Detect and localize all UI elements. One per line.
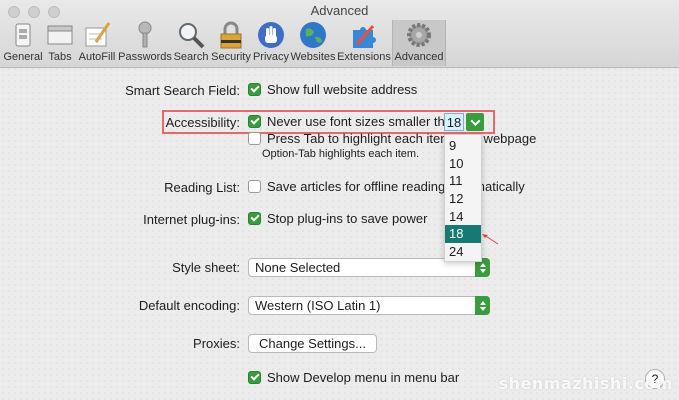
font-size-menu: 9 10 11 12 14 18 24: [444, 134, 482, 262]
tab-security[interactable]: Security: [210, 20, 252, 66]
plugins-checkbox[interactable]: [248, 212, 261, 225]
smart-search-checkbox[interactable]: [248, 83, 261, 96]
font-size-value: 18: [444, 113, 464, 131]
develop-checkbox[interactable]: [248, 371, 261, 384]
tab-advanced[interactable]: Advanced: [392, 20, 446, 66]
search-icon: [179, 23, 205, 49]
tab-privacy[interactable]: Privacy: [252, 20, 290, 66]
proxies-label: Proxies:: [193, 336, 240, 351]
chevron-down-icon[interactable]: [466, 113, 484, 131]
tab-websites[interactable]: Websites: [290, 20, 336, 66]
toolbar: Advanced General Tabs AutoFill Passwords…: [0, 0, 679, 68]
proxies-row: Change Settings...: [248, 334, 377, 353]
font-size-option-selected[interactable]: 18: [445, 224, 481, 243]
change-settings-button[interactable]: Change Settings...: [248, 334, 377, 353]
min-font-checkbox[interactable]: [248, 115, 261, 128]
style-sheet-label: Style sheet:: [172, 260, 240, 275]
stepper-icon: [475, 296, 490, 315]
min-font-option: Never use font sizes smaller than: [267, 114, 460, 129]
encoding-popup[interactable]: Western (ISO Latin 1): [248, 296, 490, 315]
develop-row: Show Develop menu in menu bar: [248, 370, 459, 385]
font-size-option[interactable]: 11: [445, 172, 481, 190]
tab-extensions[interactable]: Extensions: [336, 20, 392, 66]
press-tab-row: Press Tab to highlight each item on a we…: [248, 131, 536, 146]
accessibility-label: Accessibility:: [165, 115, 240, 130]
option-tab-note: Option-Tab highlights each item.: [262, 148, 420, 160]
puzzle-icon: [353, 25, 376, 48]
tab-passwords[interactable]: Passwords: [118, 20, 172, 66]
plugins-row: Stop plug-ins to save power: [248, 211, 427, 226]
preferences-window: Advanced General Tabs AutoFill Passwords…: [0, 0, 679, 400]
tabs-icon: [47, 25, 73, 45]
encoding-row: Western (ISO Latin 1): [248, 296, 490, 315]
press-tab-option: Press Tab to highlight each item on a we…: [267, 131, 537, 146]
tab-autofill[interactable]: AutoFill: [76, 20, 118, 66]
annotation-arrow-icon: [482, 234, 499, 245]
font-size-option[interactable]: 9: [445, 137, 481, 155]
tab-general[interactable]: General: [2, 20, 44, 66]
smart-search-label: Smart Search Field:: [125, 83, 240, 98]
watermark: shenmazhishi.com: [498, 374, 673, 393]
font-size-option[interactable]: 10: [445, 155, 481, 173]
style-sheet-value: None Selected: [255, 260, 341, 275]
tab-tabs[interactable]: Tabs: [44, 20, 76, 66]
smart-search-option: Show full website address: [267, 82, 418, 97]
general-icon: [15, 23, 31, 47]
plugins-option: Stop plug-ins to save power: [267, 211, 428, 226]
encoding-label: Default encoding:: [138, 298, 240, 313]
reading-list-checkbox[interactable]: [248, 180, 261, 193]
encoding-value: Western (ISO Latin 1): [255, 298, 381, 313]
smart-search-row: Show full website address: [248, 82, 417, 97]
window-title: Advanced: [310, 3, 369, 18]
key-icon: [138, 21, 152, 48]
font-size-select[interactable]: 18: [444, 113, 484, 131]
hand-icon: [258, 22, 284, 48]
develop-option: Show Develop menu in menu bar: [267, 370, 460, 385]
min-font-row: Never use font sizes smaller than: [248, 114, 459, 129]
reading-list-label: Reading List:: [164, 180, 240, 195]
plugins-label: Internet plug-ins:: [143, 212, 240, 227]
font-size-option[interactable]: 12: [445, 190, 481, 208]
autofill-icon: [85, 22, 111, 47]
tab-search[interactable]: Search: [172, 20, 210, 66]
reading-list-row: Save articles for offline reading automa…: [248, 179, 525, 194]
lock-icon: [220, 21, 242, 49]
font-size-option[interactable]: 14: [445, 207, 481, 225]
font-size-option[interactable]: 24: [445, 243, 481, 261]
preference-tabs: General Tabs AutoFill Passwords Search S…: [2, 20, 446, 66]
press-tab-checkbox[interactable]: [248, 132, 261, 145]
reading-list-option: Save articles for offline reading automa…: [267, 179, 525, 194]
globe-icon: [300, 22, 326, 48]
gear-icon: [407, 23, 431, 47]
